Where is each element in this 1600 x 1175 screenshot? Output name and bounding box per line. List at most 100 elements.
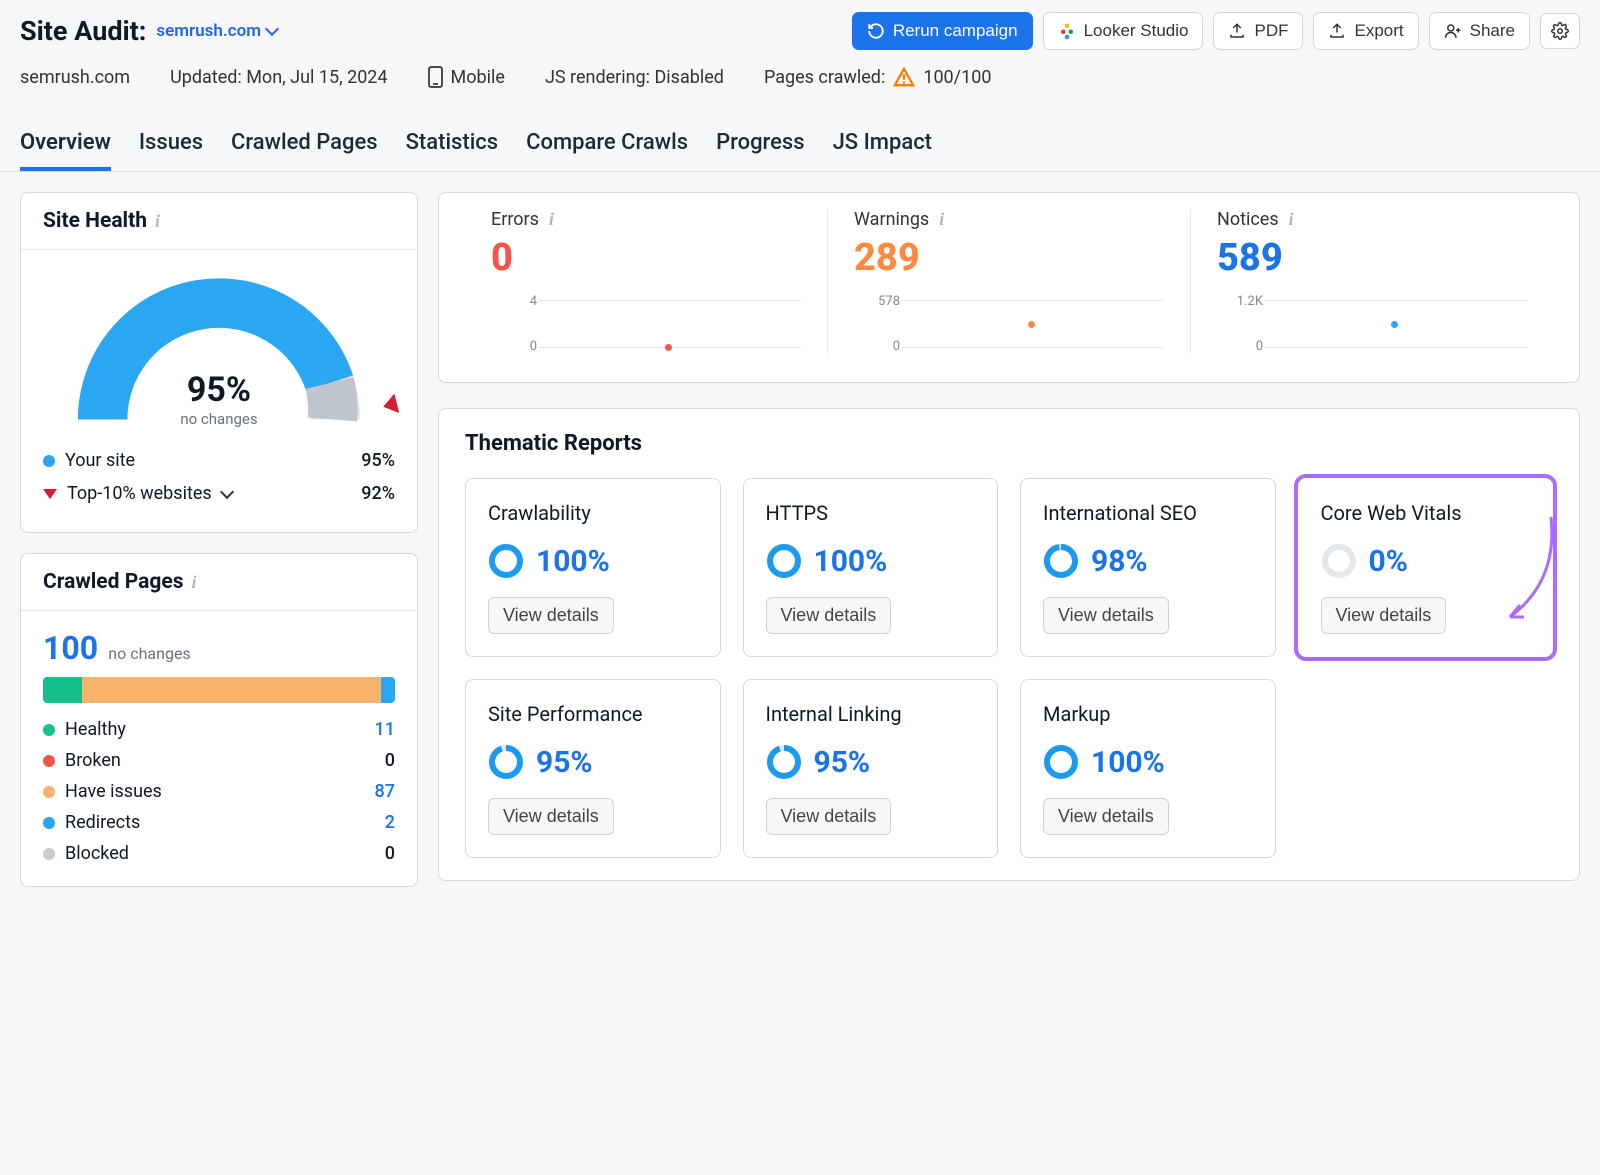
spark-axis-bot: 0 bbox=[1217, 339, 1263, 354]
thematic-markup: Markup100%View details bbox=[1020, 679, 1276, 858]
spark-axis-top: 1.2K bbox=[1217, 294, 1263, 309]
legend-top10[interactable]: Top-10% websites 92% bbox=[43, 477, 395, 510]
bar-segment bbox=[381, 677, 395, 703]
crawled-sub: no changes bbox=[108, 644, 190, 663]
view-details-button[interactable]: View details bbox=[766, 798, 892, 835]
tab-overview[interactable]: Overview bbox=[20, 118, 111, 171]
share-button[interactable]: Share bbox=[1429, 12, 1530, 50]
rerun-button[interactable]: Rerun campaign bbox=[852, 12, 1033, 50]
thematic-core-web-vitals: Core Web Vitals 0% View details bbox=[1298, 478, 1554, 657]
info-icon[interactable]: i bbox=[939, 209, 944, 230]
tab-issues[interactable]: Issues bbox=[139, 118, 203, 171]
view-details-button[interactable]: View details bbox=[488, 597, 614, 634]
progress-ring-icon bbox=[488, 543, 524, 579]
crawled-bar bbox=[43, 677, 395, 703]
crawl-legend-row[interactable]: Broken0 bbox=[43, 750, 395, 771]
page-title: Site Audit: bbox=[20, 15, 146, 47]
triangle-down-icon bbox=[43, 489, 57, 499]
progress-ring-icon bbox=[1043, 744, 1079, 780]
tcard-percent: 100% bbox=[814, 544, 888, 579]
stat-label: Notices bbox=[1217, 209, 1279, 230]
site-health-card: Site Health i 95% no changes bbox=[20, 192, 418, 533]
upload-icon bbox=[1328, 22, 1346, 40]
crawl-legend-label: Redirects bbox=[65, 812, 140, 833]
settings-button[interactable] bbox=[1540, 13, 1580, 49]
spark-point-icon bbox=[1391, 321, 1398, 328]
stat-value: 589 bbox=[1217, 236, 1527, 280]
stat-label: Errors bbox=[491, 209, 539, 230]
crawl-legend-value: 2 bbox=[353, 812, 395, 833]
progress-ring-icon bbox=[1043, 543, 1079, 579]
tcard-title: Internal Linking bbox=[766, 702, 976, 726]
refresh-icon bbox=[867, 22, 885, 40]
crawl-legend-value: 87 bbox=[353, 781, 395, 802]
meta-crawled-label: Pages crawled: bbox=[764, 67, 885, 88]
crawl-legend-value: 0 bbox=[353, 750, 395, 771]
domain-dropdown[interactable]: semrush.com bbox=[156, 21, 277, 41]
thematic-title: Thematic Reports bbox=[465, 431, 1553, 456]
crawled-title: Crawled Pages bbox=[43, 570, 183, 594]
info-icon[interactable]: i bbox=[1289, 209, 1294, 230]
tab-compare-crawls[interactable]: Compare Crawls bbox=[526, 118, 688, 171]
view-details-button[interactable]: View details bbox=[488, 798, 614, 835]
tcard-title: Crawlability bbox=[488, 501, 698, 525]
stat-warnings: Warningsi2895780 bbox=[827, 209, 1190, 354]
view-details-button[interactable]: View details bbox=[1043, 798, 1169, 835]
tab-crawled-pages[interactable]: Crawled Pages bbox=[231, 118, 378, 171]
rerun-label: Rerun campaign bbox=[893, 21, 1018, 41]
progress-ring-icon bbox=[766, 744, 802, 780]
meta-device: Mobile bbox=[428, 66, 505, 88]
person-add-icon bbox=[1444, 22, 1462, 40]
crawl-legend-row[interactable]: Blocked0 bbox=[43, 843, 395, 864]
sparkline: 5780 bbox=[854, 294, 1164, 354]
tab-js-impact[interactable]: JS Impact bbox=[833, 118, 932, 171]
tab-progress[interactable]: Progress bbox=[716, 118, 805, 171]
meta-crawled: Pages crawled: 100/100 bbox=[764, 67, 992, 88]
crawl-legend-row[interactable]: Redirects 2 bbox=[43, 812, 395, 833]
looker-button[interactable]: Looker Studio bbox=[1043, 12, 1204, 50]
crawl-legend-label: Healthy bbox=[65, 719, 126, 740]
tcard-title: Core Web Vitals bbox=[1321, 501, 1531, 525]
tcard-title: International SEO bbox=[1043, 501, 1253, 525]
export-button[interactable]: Export bbox=[1313, 12, 1418, 50]
upload-icon bbox=[1228, 22, 1246, 40]
tab-statistics[interactable]: Statistics bbox=[406, 118, 499, 171]
info-icon[interactable]: i bbox=[191, 572, 196, 593]
crawl-legend-row[interactable]: Healthy11 bbox=[43, 719, 395, 740]
tcard-title: HTTPS bbox=[766, 501, 976, 525]
stat-errors: Errorsi 0 40 bbox=[465, 209, 827, 354]
crawl-legend-label: Blocked bbox=[65, 843, 129, 864]
crawl-legend-row[interactable]: Have issues87 bbox=[43, 781, 395, 802]
meta-crawled-value: 100/100 bbox=[923, 67, 991, 88]
meta-domain: semrush.com bbox=[20, 67, 130, 88]
view-details-button[interactable]: View details bbox=[1321, 597, 1447, 634]
thematic-card: Thematic Reports Crawlability 100% View de… bbox=[438, 408, 1580, 881]
legend-label: Your site bbox=[65, 450, 135, 471]
tcard-percent: 0% bbox=[1369, 544, 1408, 579]
pdf-button[interactable]: PDF bbox=[1213, 12, 1303, 50]
export-label: Export bbox=[1354, 21, 1403, 41]
looker-icon bbox=[1058, 22, 1076, 40]
tcard-title: Site Performance bbox=[488, 702, 698, 726]
info-icon[interactable]: i bbox=[549, 209, 554, 230]
legend-val: 95% bbox=[361, 450, 395, 471]
legend-label: Top-10% websites bbox=[67, 483, 212, 504]
tabs: Overview Issues Crawled Pages Statistics Com… bbox=[0, 118, 1600, 172]
view-details-button[interactable]: View details bbox=[766, 597, 892, 634]
thematic-internal-linking: Internal Linking95%View details bbox=[743, 679, 999, 858]
mobile-icon bbox=[428, 66, 443, 88]
crawled-legend: Healthy11 Broken0 Have issues87 Redirects 2 B… bbox=[43, 719, 395, 864]
sparkline: 40 bbox=[491, 294, 801, 354]
bar-segment bbox=[82, 677, 381, 703]
tcard-percent: 100% bbox=[1091, 745, 1165, 780]
stat-value: 0 bbox=[491, 236, 801, 280]
spark-axis-bot: 0 bbox=[854, 339, 900, 354]
meta-device-label: Mobile bbox=[451, 67, 505, 88]
site-health-title: Site Health bbox=[43, 209, 147, 233]
meta-js: JS rendering: Disabled bbox=[545, 67, 724, 88]
info-icon[interactable]: i bbox=[155, 211, 160, 232]
crawled-card: Crawled Pages i 100 no changes Healthy11… bbox=[20, 553, 418, 887]
progress-ring-icon bbox=[766, 543, 802, 579]
view-details-button[interactable]: View details bbox=[1043, 597, 1169, 634]
health-legend: Your site 95% Top-10% websites 92% bbox=[21, 440, 417, 532]
